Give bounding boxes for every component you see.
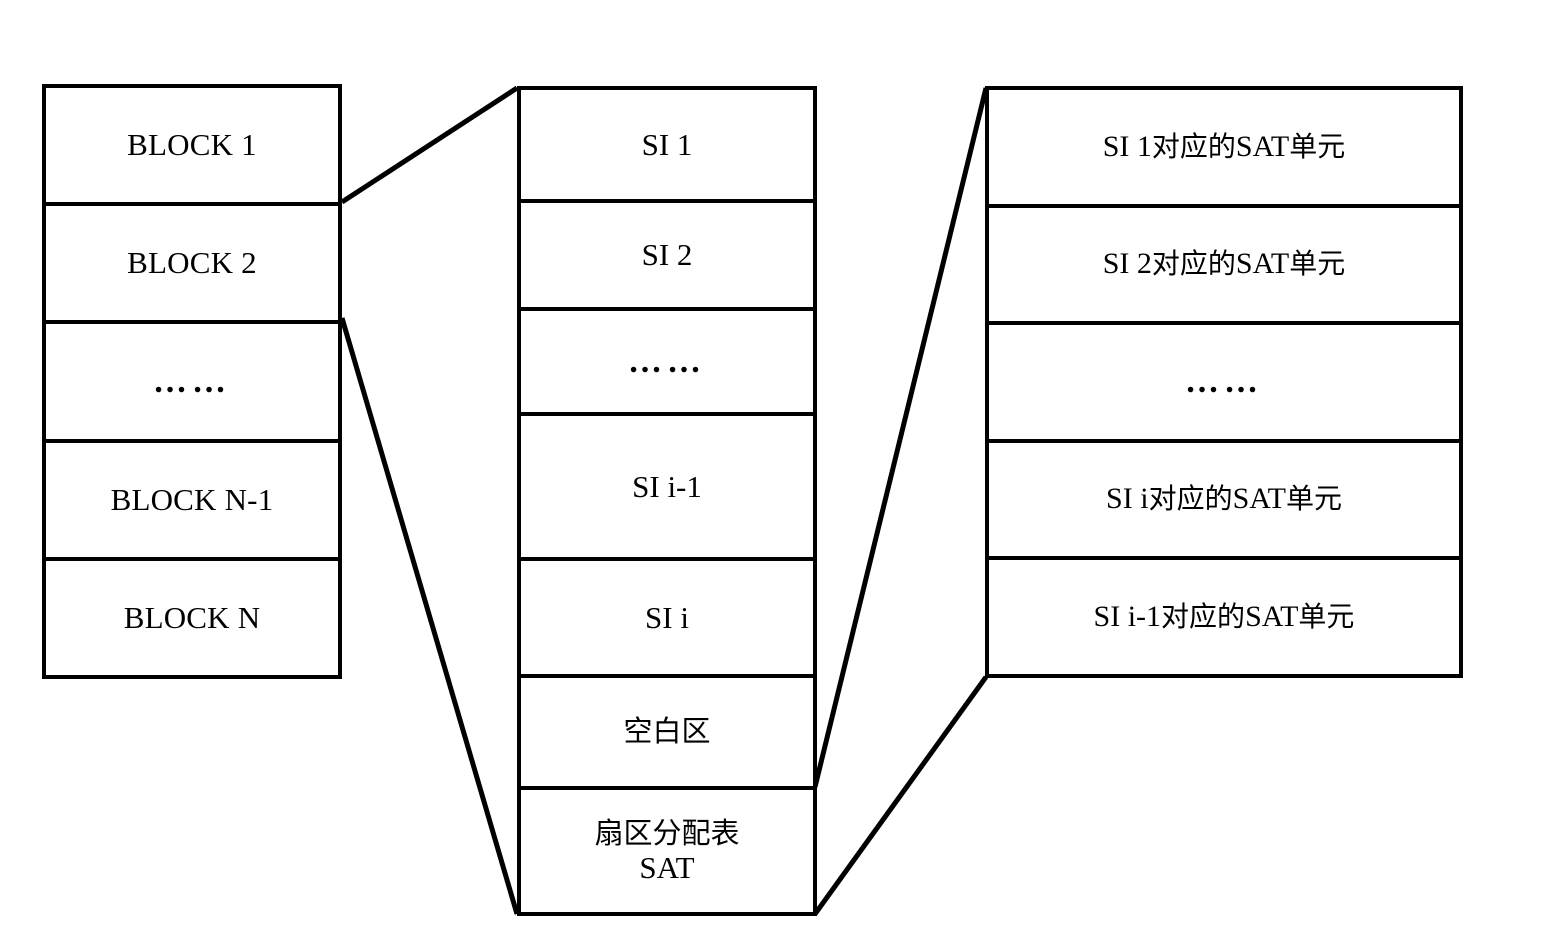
sat-unit-cell-si-i-han2: 单元 <box>1285 482 1342 516</box>
block-cell-1-label: BLOCK 1 <box>127 127 257 163</box>
sector-cell-si-i: SI i <box>521 561 813 678</box>
sector-cell-sat-label-en: SAT <box>639 849 695 885</box>
sector-cell-ellipsis-label: …… <box>628 342 706 380</box>
sector-cell-blank-area: 空白区 <box>521 678 813 790</box>
sat-unit-column: SI 1 对应的 SAT 单元 SI 2 对应的 SAT 单元 …… SI i 对应的 SAT 单… <box>985 86 1463 678</box>
sat-unit-cell-ellipsis-label: …… <box>1185 363 1263 401</box>
connector-sat-to-satunit-top <box>812 87 989 788</box>
block-cell-n-minus-1-label: BLOCK N-1 <box>110 481 274 517</box>
block-cell-n: BLOCK N <box>46 561 338 675</box>
sat-unit-cell-si-2-suffix: SAT <box>1235 247 1290 281</box>
sat-unit-cell-si-2-prefix: SI 2 <box>1102 247 1152 281</box>
sector-information-column: SI 1 SI 2 …… SI i-1 SI i 空白区 扇区分配表 SAT <box>517 86 817 916</box>
sector-cell-blank-area-label: 空白区 <box>623 714 711 749</box>
sat-unit-cell-si-1-suffix: SAT <box>1235 129 1290 163</box>
block-cell-ellipsis: …… <box>46 324 338 443</box>
sat-unit-cell-si-i-minus-1-suffix: SAT <box>1245 599 1299 633</box>
sector-cell-si-i-minus-1-label: SI i-1 <box>632 468 702 504</box>
sat-unit-cell-ellipsis: …… <box>989 325 1459 443</box>
block-cell-1: BLOCK 1 <box>46 88 338 207</box>
sat-unit-cell-si-1-han: 对应的 <box>1151 129 1236 163</box>
sector-cell-si-i-minus-1: SI i-1 <box>521 416 813 561</box>
sector-cell-sat-label-cn: 扇区分配表 <box>594 815 740 850</box>
sat-unit-cell-si-i-prefix: SI i <box>1106 482 1149 516</box>
connector-block-to-sector-top <box>340 85 519 205</box>
block-cell-2-label: BLOCK 2 <box>127 245 257 281</box>
sat-unit-cell-si-1-prefix: SI 1 <box>1102 129 1152 163</box>
block-cell-2: BLOCK 2 <box>46 206 338 325</box>
sat-unit-cell-si-2-han2: 单元 <box>1289 247 1346 281</box>
sat-unit-cell-si-i-minus-1-han2: 单元 <box>1298 600 1355 634</box>
block-cell-ellipsis-label: …… <box>153 362 231 400</box>
block-cell-n-label: BLOCK N <box>123 600 261 636</box>
sector-cell-si-1-label: SI 1 <box>641 126 693 162</box>
sat-unit-cell-si-1-han2: 单元 <box>1289 129 1346 163</box>
sector-cell-ellipsis: …… <box>521 311 813 416</box>
block-cell-n-minus-1: BLOCK N-1 <box>46 443 338 561</box>
sat-unit-cell-si-i-minus-1: SI i-1 对应的 SAT 单元 <box>989 560 1459 674</box>
sat-unit-cell-si-1: SI 1 对应的 SAT 单元 <box>989 90 1459 208</box>
sat-unit-cell-si-2: SI 2 对应的 SAT 单元 <box>989 208 1459 326</box>
sat-unit-cell-si-2-han: 对应的 <box>1151 247 1236 281</box>
sector-cell-si-i-label: SI i <box>645 599 689 635</box>
sector-cell-sat: 扇区分配表 SAT <box>521 790 813 912</box>
connector-sat-to-satunit-bottom <box>812 675 989 916</box>
sector-cell-si-2: SI 2 <box>521 203 813 311</box>
sat-unit-cell-si-i-minus-1-han: 对应的 <box>1161 600 1246 634</box>
sector-cell-si-1: SI 1 <box>521 90 813 203</box>
sat-unit-cell-si-i-suffix: SAT <box>1232 482 1286 516</box>
sat-unit-cell-si-i: SI i 对应的 SAT 单元 <box>989 443 1459 561</box>
connector-block-to-sector-bottom <box>339 317 520 915</box>
sector-cell-si-2-label: SI 2 <box>641 237 693 273</box>
sat-unit-cell-si-i-han: 对应的 <box>1148 482 1233 516</box>
blocks-column: BLOCK 1 BLOCK 2 …… BLOCK N-1 BLOCK N <box>42 84 342 679</box>
diagram-canvas: BLOCK 1 BLOCK 2 …… BLOCK N-1 BLOCK N SI … <box>0 0 1566 925</box>
sat-unit-cell-si-i-minus-1-prefix: SI i-1 <box>1093 599 1162 633</box>
